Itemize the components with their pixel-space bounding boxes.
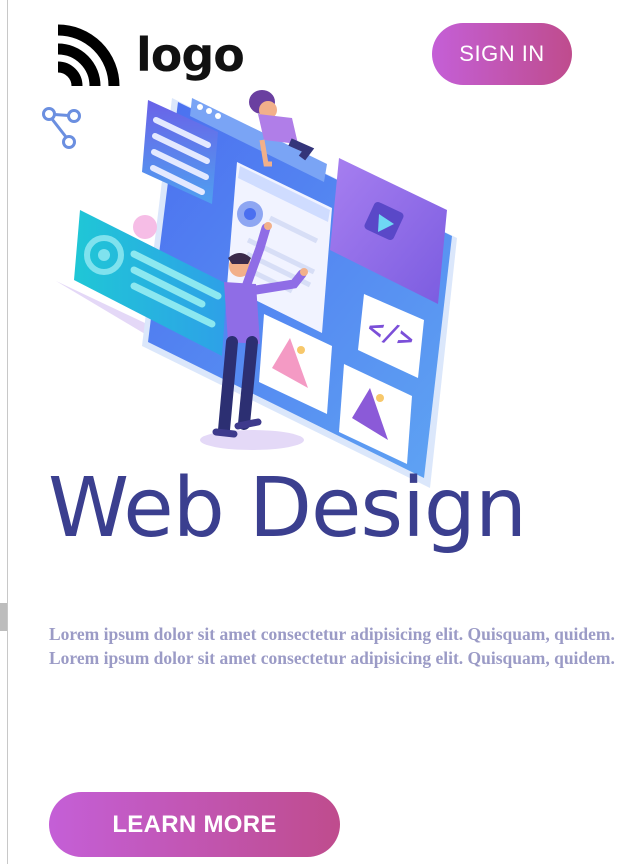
rss-feed-icon — [58, 24, 120, 86]
logo[interactable]: logo — [58, 24, 245, 86]
sign-in-button[interactable]: SIGN IN — [432, 23, 572, 85]
scroll-tab[interactable] — [0, 603, 7, 631]
page-title: Web Design — [48, 461, 527, 556]
learn-more-button[interactable]: LEARN MORE — [49, 792, 340, 857]
web-design-illustration: </> — [56, 90, 457, 488]
logo-text: logo — [136, 28, 245, 82]
window-edge — [7, 0, 8, 864]
hero-description: Lorem ipsum dolor sit amet consectetur a… — [49, 624, 615, 668]
